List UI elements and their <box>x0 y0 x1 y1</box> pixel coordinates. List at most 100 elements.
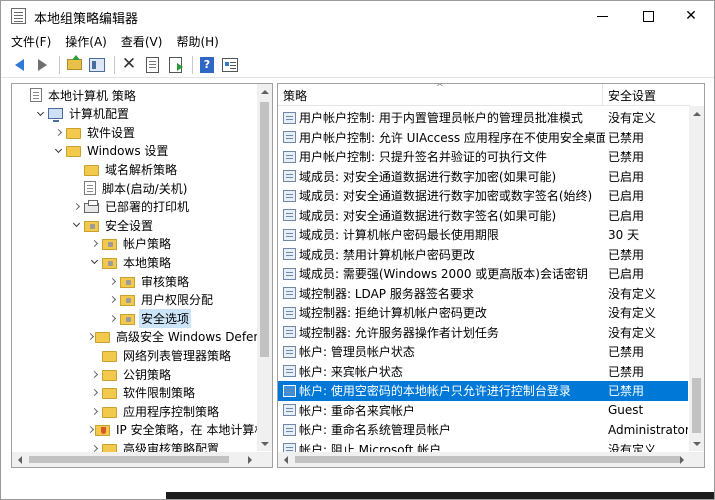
menu-help[interactable]: 帮助(H) <box>176 33 218 50</box>
chevron-right-icon[interactable] <box>106 272 118 290</box>
help-button[interactable]: ? <box>197 55 217 75</box>
folder-icon <box>102 406 117 418</box>
menu-file[interactable]: 文件(F) <box>11 33 51 50</box>
chevron-right-icon[interactable] <box>70 198 82 216</box>
delete-button[interactable]: ✕ <box>119 55 139 75</box>
policy-row[interactable]: 域控制器: 允许服务器操作者计划任务 没有定义 <box>278 323 688 343</box>
list-scroll-left-button[interactable] <box>278 452 293 467</box>
list-scroll-thumb[interactable] <box>692 378 701 433</box>
menu-action[interactable]: 操作(A) <box>65 33 107 50</box>
policy-row[interactable]: 域控制器: 拒绝计算机帐户密码更改 没有定义 <box>278 303 688 323</box>
policy-row[interactable]: 域成员: 需要强(Windows 2000 或更高版本)会话密钥 已启用 <box>278 264 688 284</box>
chevron-right-icon[interactable] <box>88 365 100 383</box>
policy-row[interactable]: 帐户: 管理员帐户状态 已禁用 <box>278 342 688 362</box>
back-button[interactable] <box>9 55 29 75</box>
tree-item[interactable]: 脚本(启动/关机) <box>12 179 258 197</box>
list-horizontal-scrollbar[interactable] <box>278 452 704 467</box>
policy-row[interactable]: 帐户: 重命名来宾帐户 Guest <box>278 401 688 421</box>
tree-vertical-scrollbar[interactable] <box>257 84 272 451</box>
tree-item[interactable]: IP 安全策略，在 本地计算机 <box>12 421 266 439</box>
forward-button[interactable] <box>32 55 52 75</box>
properties-button[interactable] <box>220 55 240 75</box>
scroll-down-button[interactable] <box>257 436 272 451</box>
window-title: 本地组策略编辑器 <box>34 12 139 27</box>
policy-row[interactable]: 域控制器: LDAP 服务器签名要求 没有定义 <box>278 284 688 304</box>
policy-list-view[interactable]: 策略 ^ 安全设置 用户帐户控制: 用于内置管理员帐户的管理员批准模式 没有定义用… <box>277 83 705 468</box>
tree-item[interactable]: Windows 设置 <box>12 142 258 160</box>
policy-setting-icon <box>283 306 296 319</box>
menu-view[interactable]: 查看(V) <box>121 33 163 50</box>
scroll-left-button[interactable] <box>12 452 27 467</box>
policy-security-setting: 已启用 <box>608 267 645 282</box>
tree-item[interactable]: 计算机配置 <box>12 105 258 123</box>
policy-row[interactable]: 帐户: 重命名系统管理员帐户 Administrator <box>278 420 688 440</box>
chevron-right-icon[interactable] <box>88 402 100 420</box>
chevron-right-icon[interactable] <box>52 123 64 141</box>
console-tree[interactable]: 本地计算机 策略计算机配置 软件设置 Windows 设置 域名解析策略 脚本(启动/关… <box>11 83 273 468</box>
chevron-right-icon[interactable] <box>88 384 100 402</box>
close-button[interactable]: ✕ <box>668 1 714 31</box>
tree-item[interactable]: 本地计算机 策略 <box>12 86 258 104</box>
minimize-button[interactable] <box>579 1 625 31</box>
chevron-down-icon[interactable] <box>70 216 82 234</box>
tree-item[interactable]: 公钥策略 <box>12 365 258 383</box>
tree-item[interactable]: 本地策略 <box>12 253 258 271</box>
chevron-right-icon[interactable] <box>86 421 95 439</box>
policy-row[interactable]: 帐户: 使用空密码的本地帐户只允许进行控制台登录 已禁用 <box>278 381 688 401</box>
security-folder-icon <box>84 220 99 232</box>
policy-name: 域成员: 对安全通道数据进行数字签名(如果可能) <box>299 208 557 223</box>
tree-item-label: Windows 设置 <box>87 144 169 159</box>
chevron-right-icon[interactable] <box>88 235 100 253</box>
tree-item[interactable]: 网络列表管理器策略 <box>12 346 258 364</box>
policy-row[interactable]: 域成员: 禁用计算机帐户密码更改 已禁用 <box>278 245 688 265</box>
list-vertical-scrollbar[interactable] <box>689 106 704 451</box>
list-scroll-right-button[interactable] <box>674 452 689 467</box>
tree-item[interactable]: 软件设置 <box>12 123 258 141</box>
maximize-button[interactable] <box>625 1 671 31</box>
list-hscroll-thumb[interactable] <box>295 456 680 463</box>
tree-item[interactable]: 帐户策略 <box>12 235 258 253</box>
show-hide-tree-button[interactable] <box>87 55 107 75</box>
chevron-down-icon[interactable] <box>52 142 64 160</box>
policy-row[interactable]: 域成员: 对安全通道数据进行数字加密或数字签名(始终) 已启用 <box>278 186 688 206</box>
policy-row[interactable]: 用户帐户控制: 只提升签名并验证的可执行文件 已禁用 <box>278 147 688 167</box>
policy-name: 域成员: 对安全通道数据进行数字加密或数字签名(始终) <box>299 189 593 204</box>
column-header-policy[interactable]: 策略 ^ <box>278 84 603 106</box>
policy-row[interactable]: 域成员: 对安全通道数据进行数字签名(如果可能) 已启用 <box>278 206 688 226</box>
policy-row[interactable]: 用户帐户控制: 允许 UIAccess 应用程序在不使用安全桌面… 已禁用 <box>278 128 688 148</box>
chevron-right-icon[interactable] <box>106 291 118 309</box>
chevron-right-icon[interactable] <box>86 328 95 346</box>
tree-item[interactable]: 已部署的打印机 <box>12 198 258 216</box>
tree-scroll-thumb[interactable] <box>260 102 269 357</box>
column-header-security-setting[interactable]: 安全设置 <box>603 84 690 106</box>
tree-item-label: 计算机配置 <box>69 107 130 122</box>
tree-item[interactable]: 应用程序控制策略 <box>12 402 258 420</box>
export-list-button[interactable] <box>165 55 185 75</box>
tree-item[interactable]: 安全选项 <box>12 308 258 328</box>
scroll-up-button[interactable] <box>257 84 272 99</box>
tree-item[interactable]: 域名解析策略 <box>12 160 258 178</box>
scroll-right-button[interactable] <box>242 452 257 467</box>
list-scroll-down-button[interactable] <box>689 436 704 451</box>
policy-row[interactable]: 域成员: 计算机帐户密码最长使用期限 30 天 <box>278 225 688 245</box>
chevron-down-icon[interactable] <box>88 253 100 271</box>
properties-doc-button[interactable] <box>142 55 162 75</box>
chevron-right-icon[interactable] <box>106 309 118 327</box>
tree-horizontal-scrollbar[interactable] <box>12 452 272 467</box>
chevron-down-icon[interactable] <box>34 105 46 123</box>
tree-item[interactable]: 安全设置 <box>12 216 258 234</box>
policy-row[interactable]: 域成员: 对安全通道数据进行数字加密(如果可能) 已启用 <box>278 167 688 187</box>
up-one-level-button[interactable] <box>64 55 84 75</box>
list-scroll-up-button[interactable] <box>689 106 704 121</box>
tree-item[interactable]: 高级安全 Windows Defende <box>12 328 272 346</box>
tree-item[interactable]: 软件限制策略 <box>12 384 258 402</box>
tree-item-label: 应用程序控制策略 <box>123 404 220 419</box>
policy-row[interactable]: 帐户: 来宾帐户状态 已禁用 <box>278 362 688 382</box>
policy-name: 用户帐户控制: 只提升签名并验证的可执行文件 <box>299 150 547 165</box>
tree-item[interactable]: 用户权限分配 <box>12 291 258 309</box>
tree-item[interactable]: 审核策略 <box>12 272 258 290</box>
policy-row[interactable]: 用户帐户控制: 用于内置管理员帐户的管理员批准模式 没有定义 <box>278 108 688 128</box>
tree-hscroll-thumb[interactable] <box>29 456 229 463</box>
policy-name: 帐户: 管理员帐户状态 <box>299 345 415 360</box>
script-icon <box>84 181 96 195</box>
